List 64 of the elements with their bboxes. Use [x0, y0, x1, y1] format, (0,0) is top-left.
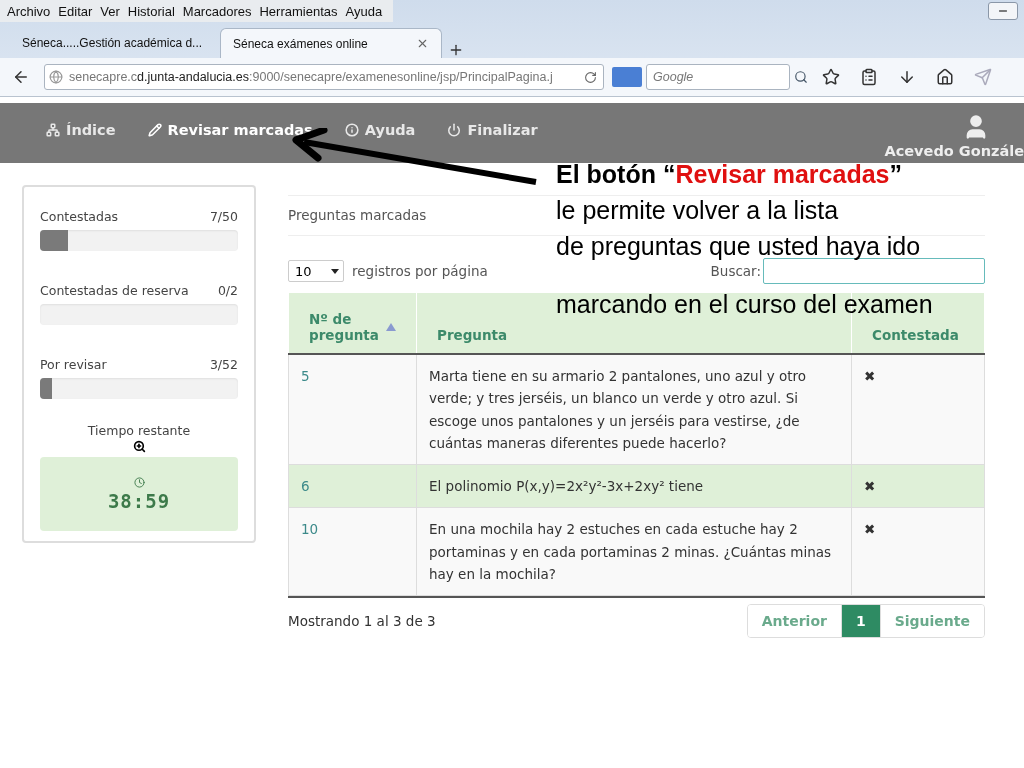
- callout-title: El botón “Revisar marcadas”: [556, 160, 902, 188]
- download-icon[interactable]: [898, 68, 916, 86]
- timer-value: 38:59: [107, 489, 171, 512]
- globe-icon: [49, 70, 63, 84]
- stat-reading: 3/52: [209, 357, 238, 372]
- page-size-select[interactable]: 10: [288, 260, 344, 282]
- table-cell: ✖: [851, 354, 985, 465]
- new-tab-icon[interactable]: [448, 42, 464, 58]
- menu-item[interactable]: Herramientas: [256, 3, 343, 19]
- browser-tab[interactable]: Séneca exámenes online: [220, 28, 442, 58]
- table-cell: 6: [288, 464, 417, 508]
- table-cell: ✖: [851, 507, 985, 596]
- page-button[interactable]: 1: [840, 605, 880, 638]
- minimize-button[interactable]: [988, 2, 1018, 20]
- table-cell: Marta tiene en su armario 2 pantalones, uno azul y otro verde; y tres jerséis, un blanco un verde y otro azul. Si escoge unos pantalones y un jerséis para vestirse, ¿de cuántas maneras diferentes puede hacerlo?: [416, 354, 852, 465]
- callout-text: marcando en el curso del examen: [556, 290, 933, 318]
- browser-tab[interactable]: Séneca.....Gestión académica d...: [10, 28, 220, 58]
- nav-link[interactable]: Índice: [46, 122, 116, 138]
- table-cell: El polinomio P(x,y)=2x²y²-3x+2xy² tiene: [416, 464, 852, 508]
- stat-reading: 0/2: [217, 283, 238, 298]
- menu-item[interactable]: Ayuda: [342, 3, 388, 19]
- table-cell: ✖: [851, 464, 985, 508]
- table-cell: En una mochila hay 2 estuches en cada estuche hay 2 portaminas y en cada portaminas 2 minas. ¿Cuántas minas hay en la mochila?: [416, 507, 852, 596]
- menu-item[interactable]: Marcadores: [179, 3, 257, 19]
- close-icon[interactable]: [416, 37, 429, 50]
- stat-label: Contestadas de reserva: [40, 283, 189, 298]
- table-row[interactable]: 6 El polinomio P(x,y)=2x²y²-3x+2xy² tiene ✖: [288, 464, 985, 508]
- menu-item[interactable]: Archivo: [4, 3, 56, 19]
- stat-label: Por revisar: [40, 357, 107, 372]
- stat-label: Contestadas: [40, 209, 119, 224]
- pencil-icon: [147, 123, 162, 137]
- table-cell: 5: [288, 354, 417, 465]
- nav-link[interactable]: Finalizar: [447, 122, 538, 138]
- table-cell: 10: [288, 507, 417, 596]
- home-icon[interactable]: [936, 68, 954, 86]
- page-size-label: registros por página: [352, 263, 488, 279]
- nav-link[interactable]: Revisar marcadas: [147, 122, 313, 138]
- callout-text: de preguntas que usted haya ido: [556, 232, 921, 260]
- table-search-field[interactable]: [763, 258, 985, 284]
- search-label: Buscar:: [710, 263, 761, 279]
- star-icon[interactable]: [822, 68, 840, 86]
- search-field[interactable]: Google: [646, 64, 790, 90]
- table-row[interactable]: 10 En una mochila hay 2 estuches en cada estuche hay 2 portaminas y en cada portaminas 2 minas. ¿Cuántas minas hay en la mochila? ✖: [288, 507, 985, 596]
- clock-icon: [133, 476, 145, 488]
- info-icon: [344, 123, 359, 137]
- reload-icon[interactable]: [584, 70, 597, 84]
- menu-item[interactable]: Historial: [124, 3, 180, 19]
- nav-link[interactable]: Ayuda: [344, 122, 416, 138]
- clipboard-icon[interactable]: [860, 68, 878, 86]
- power-icon: [447, 123, 462, 137]
- sitemap-icon: [46, 123, 60, 137]
- menu-item[interactable]: Editar: [55, 3, 98, 19]
- zoom-icon[interactable]: [132, 440, 146, 453]
- menu-item[interactable]: Ver: [97, 3, 125, 19]
- address-field[interactable]: senecapre.cd.junta-andalucia.es:9000/senecapre/examenesonline/jsp/PrincipalPagina.j: [44, 64, 604, 90]
- table-summary: Mostrando 1 al 3 de 3: [288, 613, 436, 630]
- stat-reading: 7/50: [209, 209, 238, 224]
- search-icon[interactable]: [794, 70, 808, 84]
- table-row[interactable]: [288, 354, 985, 465]
- timer-label: Tiempo restante: [87, 423, 191, 438]
- caret-icon: [331, 268, 339, 274]
- callout-text: le permite volver a la lista: [556, 196, 839, 224]
- back-icon[interactable]: [12, 68, 30, 86]
- user-name: Acevedo Gonzále: [884, 143, 1024, 159]
